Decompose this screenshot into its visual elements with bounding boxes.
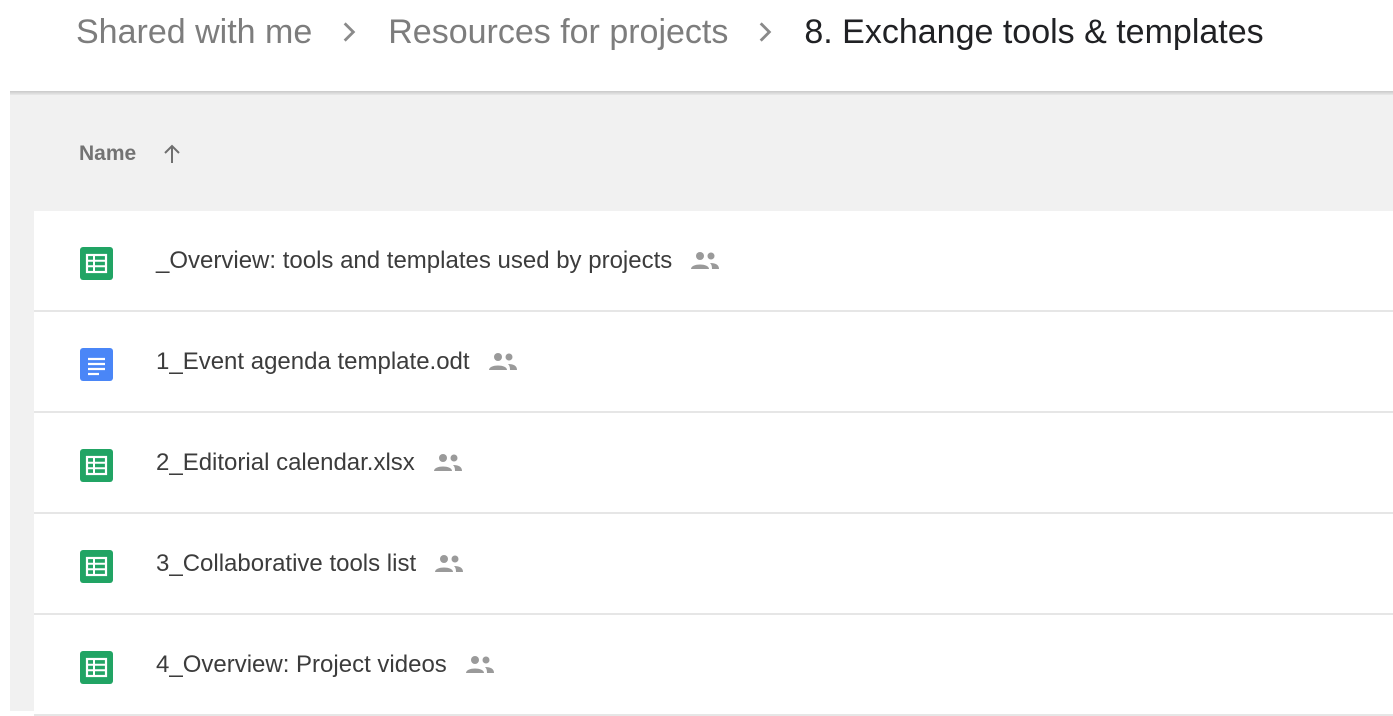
sheets-icon: [80, 550, 113, 583]
breadcrumb-shared-with-me[interactable]: Shared with me: [76, 13, 312, 52]
list-item[interactable]: 3_Collaborative tools list: [34, 514, 1393, 615]
sheets-icon: [80, 449, 113, 482]
sheets-icon: [80, 651, 113, 684]
arrow-up-icon[interactable]: [160, 142, 184, 166]
list-item[interactable]: 2_Editorial calendar.xlsx: [34, 413, 1393, 514]
name-column-header[interactable]: Name: [79, 142, 184, 166]
file-name: 4_Overview: Project videos: [156, 650, 447, 678]
breadcrumb: Shared with me Resources for projects 8.…: [76, 8, 1264, 56]
header: Shared with me Resources for projects 8.…: [0, 0, 1393, 92]
docs-icon: [80, 348, 113, 381]
file-name: 2_Editorial calendar.xlsx: [156, 448, 415, 476]
shared-people-icon: [488, 352, 517, 370]
file-list-area: Name _Overview: tools and templates used…: [10, 95, 1393, 716]
breadcrumb-resources-for-projects[interactable]: Resources for projects: [388, 13, 728, 52]
shared-people-icon: [435, 554, 464, 572]
chevron-right-icon: [343, 22, 356, 42]
file-name: 1_Event agenda template.odt: [156, 347, 470, 375]
name-column-label: Name: [79, 142, 137, 165]
breadcrumb-current-folder[interactable]: 8. Exchange tools & templates: [804, 13, 1263, 52]
file-name: _Overview: tools and templates used by p…: [156, 246, 673, 274]
list-item[interactable]: _Overview: tools and templates used by p…: [34, 211, 1393, 312]
list-item[interactable]: 4_Overview: Project videos: [34, 615, 1393, 716]
list-item[interactable]: 1_Event agenda template.odt: [34, 312, 1393, 413]
shared-people-icon: [691, 251, 720, 269]
file-list: _Overview: tools and templates used by p…: [34, 211, 1393, 716]
chevron-right-icon: [760, 22, 772, 42]
shared-people-icon: [465, 655, 494, 673]
shared-people-icon: [433, 453, 462, 471]
file-name: 3_Collaborative tools list: [156, 549, 417, 577]
sheets-icon: [80, 247, 113, 280]
